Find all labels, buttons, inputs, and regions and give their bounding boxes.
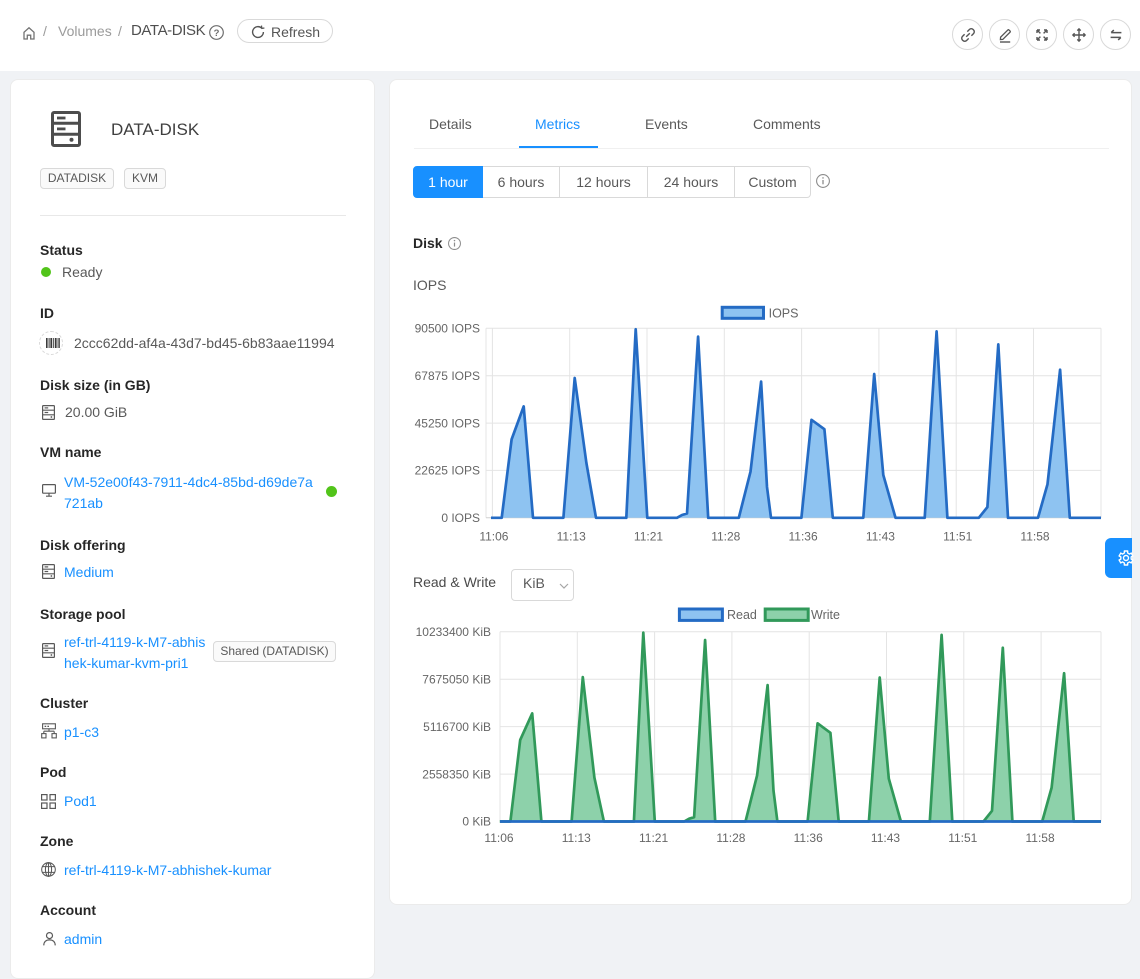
svg-text:11:36: 11:36 xyxy=(794,831,823,845)
svg-text:11:13: 11:13 xyxy=(557,530,586,544)
svg-text:Write: Write xyxy=(811,608,840,622)
svg-text:11:36: 11:36 xyxy=(789,530,818,544)
svg-text:11:06: 11:06 xyxy=(479,530,508,544)
svg-text:5116700 KiB: 5116700 KiB xyxy=(423,720,491,734)
svg-text:?: ? xyxy=(214,28,220,39)
svg-text:11:21: 11:21 xyxy=(634,530,663,544)
svg-text:11:13: 11:13 xyxy=(562,831,591,845)
svg-text:10233400 KiB: 10233400 KiB xyxy=(416,625,491,639)
svg-text:11:58: 11:58 xyxy=(1020,530,1049,544)
svg-text:22625 IOPS: 22625 IOPS xyxy=(415,464,480,478)
svg-text:11:51: 11:51 xyxy=(943,530,972,544)
svg-text:11:43: 11:43 xyxy=(871,831,900,845)
svg-text:11:21: 11:21 xyxy=(639,831,668,845)
svg-text:11:28: 11:28 xyxy=(711,530,740,544)
svg-text:2558350 KiB: 2558350 KiB xyxy=(422,767,491,781)
svg-text:Read: Read xyxy=(727,608,757,622)
svg-text:11:51: 11:51 xyxy=(948,831,977,845)
svg-text:11:06: 11:06 xyxy=(484,831,513,845)
svg-text:7675050 KiB: 7675050 KiB xyxy=(422,672,491,686)
svg-text:45250 IOPS: 45250 IOPS xyxy=(415,416,480,430)
svg-text:11:28: 11:28 xyxy=(716,831,745,845)
svg-text:IOPS: IOPS xyxy=(769,306,799,320)
svg-text:11:58: 11:58 xyxy=(1026,831,1055,845)
svg-text:0 IOPS: 0 IOPS xyxy=(441,511,480,525)
svg-text:11:43: 11:43 xyxy=(866,530,895,544)
svg-text:67875 IOPS: 67875 IOPS xyxy=(415,369,480,383)
svg-text:90500 IOPS: 90500 IOPS xyxy=(415,322,480,336)
svg-text:0 KiB: 0 KiB xyxy=(462,815,491,829)
